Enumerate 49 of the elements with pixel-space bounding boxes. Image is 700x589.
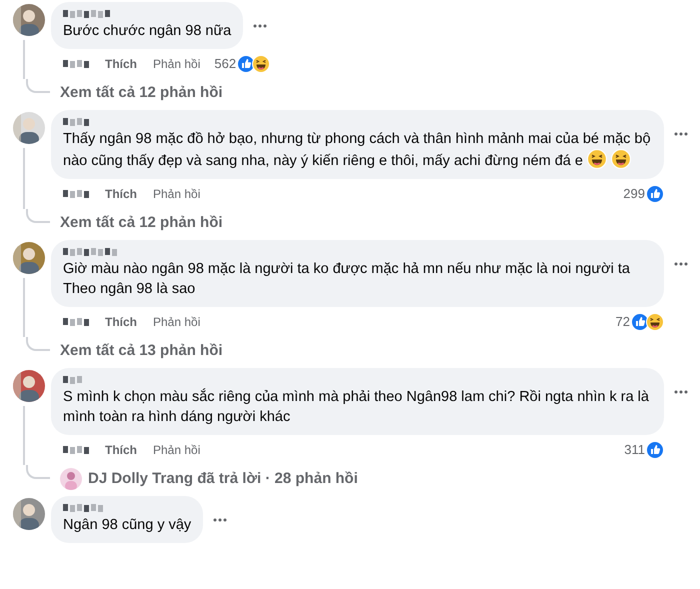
- more-options-icon[interactable]: [674, 390, 688, 394]
- reply-link[interactable]: Phản hồi: [153, 313, 200, 331]
- comment-text: Thấy ngân 98 mặc đồ hở bạo, nhưng từ phong cách và thân hình mảnh mai của bé mặc bộ nào cũng thấy đẹp và sang nha, này ý kiến riêng e thôi, mấy achi đừng ném đá e: [63, 130, 652, 171]
- thread-line: [23, 40, 25, 79]
- reaction-count[interactable]: 562: [214, 54, 236, 74]
- reaction-count[interactable]: 311: [624, 440, 645, 460]
- redacted-name: [63, 504, 105, 512]
- thread-connector: [26, 79, 50, 93]
- laughing-face-icon: [586, 149, 607, 169]
- redacted-name: [63, 376, 84, 384]
- replies-link[interactable]: DJ Dolly Trang đã trả lời · 28 phản hồi: [88, 468, 358, 490]
- reply-link[interactable]: Phản hồi: [153, 185, 200, 203]
- thread-connector: [26, 465, 50, 479]
- thread-connector: [26, 209, 50, 223]
- redacted-timestamp: [63, 446, 91, 454]
- comment-text: S mình k chọn màu sắc riêng của mình mà phải theo Ngân98 lam chi? Rồi ngta nhìn k ra là mình toàn ra hình dáng người khác: [63, 387, 650, 427]
- thread-line: [23, 406, 25, 465]
- laughing-face-icon: [610, 149, 631, 169]
- like-link[interactable]: Thích: [105, 313, 137, 331]
- redacted-timestamp: [63, 190, 91, 198]
- comment-text: Giờ màu nào ngân 98 mặc là người ta ko được mặc hả mn nếu như mặc là noi người ta Theo ngân 98 là sao: [63, 260, 631, 299]
- view-replies-link[interactable]: Xem tất cả 12 phản hồi: [60, 82, 223, 104]
- redacted-name: [63, 118, 91, 126]
- comment-text: Bước chước ngân 98 nữa: [63, 22, 232, 41]
- more-options-icon[interactable]: [674, 262, 688, 266]
- redacted-timestamp: [63, 60, 91, 68]
- reaction-count[interactable]: 72: [616, 312, 630, 332]
- more-options-icon[interactable]: [213, 518, 228, 522]
- like-link[interactable]: Thích: [105, 55, 137, 73]
- comment-text: Ngân 98 cũng y vậy: [63, 516, 192, 535]
- view-replies-link[interactable]: Xem tất cả 13 phản hồi: [60, 340, 223, 362]
- reaction-count[interactable]: 299: [623, 184, 645, 204]
- redacted-name: [63, 10, 112, 18]
- thread-connector: [26, 337, 50, 351]
- view-replies-link[interactable]: Xem tất cả 12 phản hồi: [60, 212, 223, 234]
- laughing-face-icon: [646, 313, 664, 331]
- laughing-face-icon: [252, 55, 270, 73]
- reply-link[interactable]: Phản hồi: [153, 55, 200, 73]
- like-icon: [646, 185, 664, 203]
- redacted-name: [63, 248, 119, 256]
- like-icon: [646, 441, 664, 459]
- more-options-icon[interactable]: [674, 132, 688, 136]
- more-options-icon[interactable]: [253, 24, 268, 28]
- redacted-timestamp: [63, 318, 91, 326]
- like-link[interactable]: Thích: [105, 185, 137, 203]
- reply-link[interactable]: Phản hồi: [153, 441, 200, 459]
- thread-line: [23, 278, 25, 337]
- thread-line: [23, 148, 25, 209]
- like-link[interactable]: Thích: [105, 441, 137, 459]
